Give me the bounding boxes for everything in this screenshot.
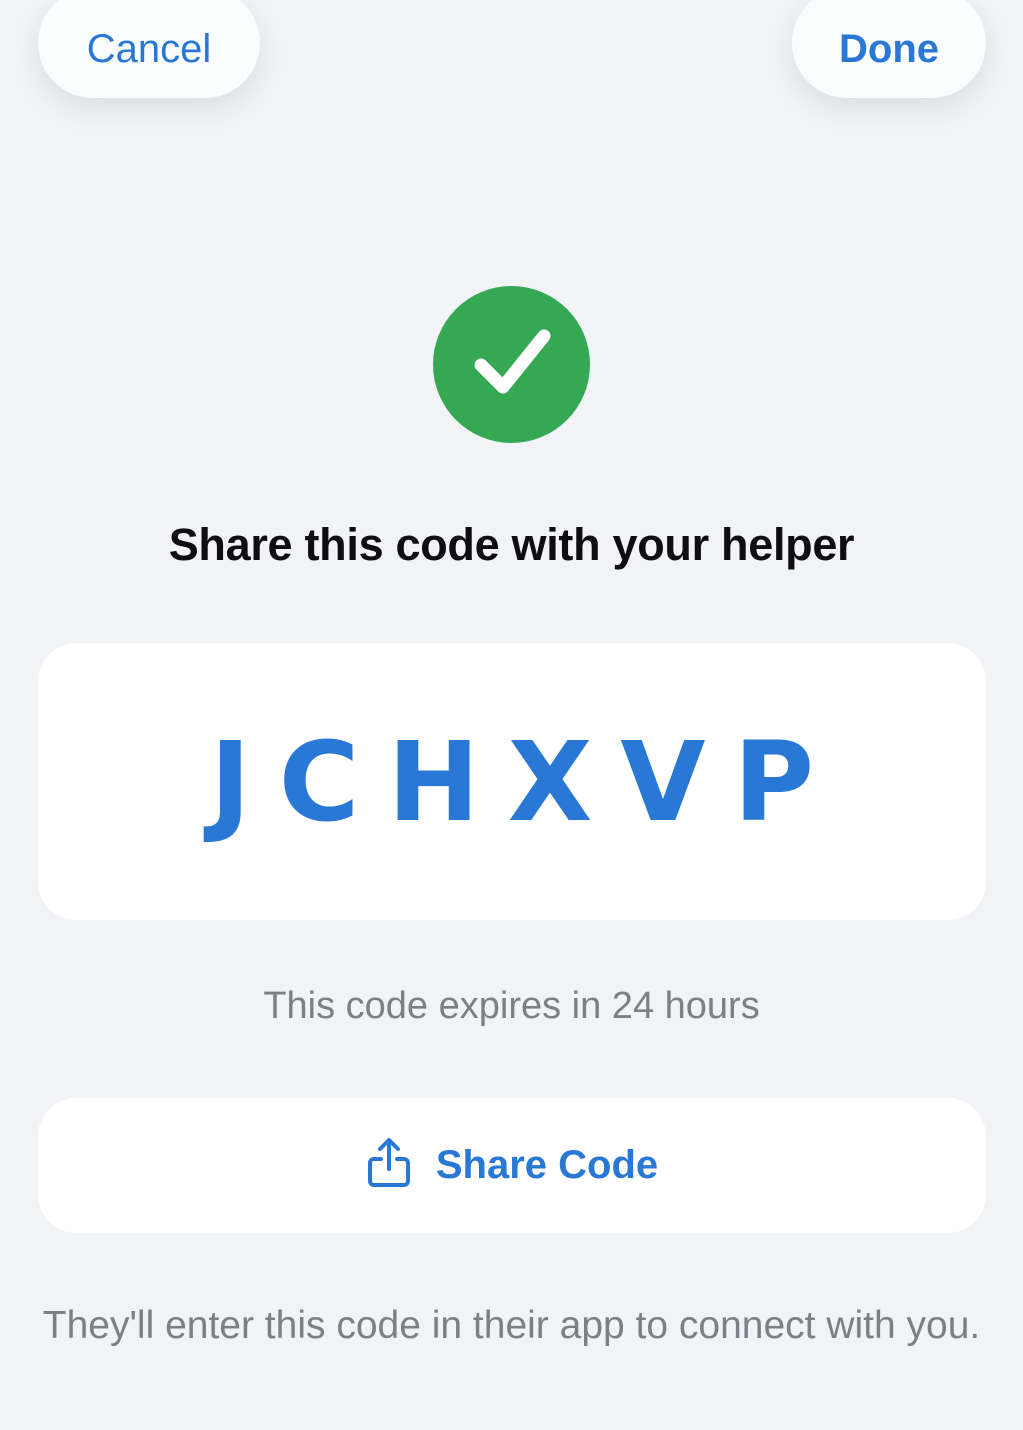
code-card: JCHXVP [38, 643, 986, 920]
checkmark-circle-icon [433, 286, 590, 443]
page-title: Share this code with your helper [168, 519, 855, 570]
share-code-value: JCHXVP [209, 717, 843, 846]
done-button-label: Done [839, 26, 939, 71]
share-code-button[interactable]: Share Code [38, 1098, 986, 1233]
helper-instructions: They'll enter this code in their app to … [42, 1304, 981, 1347]
expiry-notice: This code expires in 24 hours [263, 985, 760, 1027]
share-icon [366, 1137, 412, 1189]
done-button[interactable]: Done [792, 0, 986, 98]
cancel-button-label: Cancel [86, 26, 212, 71]
cancel-button[interactable]: Cancel [38, 0, 260, 98]
checkmark-icon [474, 329, 551, 394]
share-code-button-label: Share Code [435, 1143, 659, 1187]
